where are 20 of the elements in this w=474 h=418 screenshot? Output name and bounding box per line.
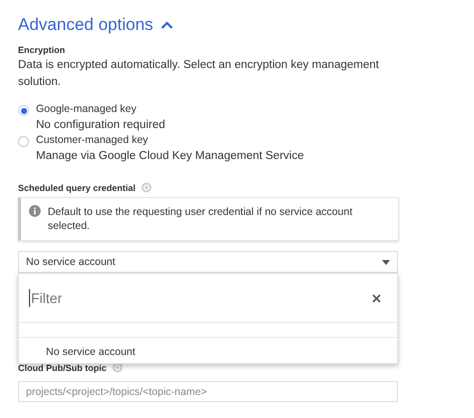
chevron-up-icon — [161, 21, 174, 29]
topic-field[interactable]: projects/<project>/topics/<topic-name> — [18, 381, 398, 402]
description-text: Data is encrypted automatically. Select an encryption key management solution. — [18, 58, 380, 90]
close-icon — [372, 294, 381, 302]
help-icon — [140, 182, 152, 193]
field-label: Encryption — [18, 45, 66, 55]
section-toggle[interactable]: Advanced options — [18, 15, 174, 35]
radio-button[interactable] — [18, 105, 29, 116]
dropdown-arrow-icon — [382, 260, 390, 264]
radio-label[interactable]: Google-managed key — [36, 102, 166, 117]
account-dropdown[interactable]: No service account — [18, 251, 398, 273]
radio-label[interactable]: Customer-managed key — [36, 133, 304, 148]
radio-button[interactable] — [18, 136, 29, 147]
info-text: Default to use the requesting user credential if no service account selected. — [48, 205, 354, 233]
field-label: Cloud Pub/Sub topic — [18, 362, 106, 372]
field-label: Scheduled query credential — [18, 182, 136, 192]
info-icon — [29, 205, 41, 217]
menu-item[interactable]: No service account — [19, 338, 397, 363]
option-detail: Manage via Google Cloud Key Management Service — [36, 149, 304, 164]
option-detail: No configuration required — [36, 118, 166, 133]
